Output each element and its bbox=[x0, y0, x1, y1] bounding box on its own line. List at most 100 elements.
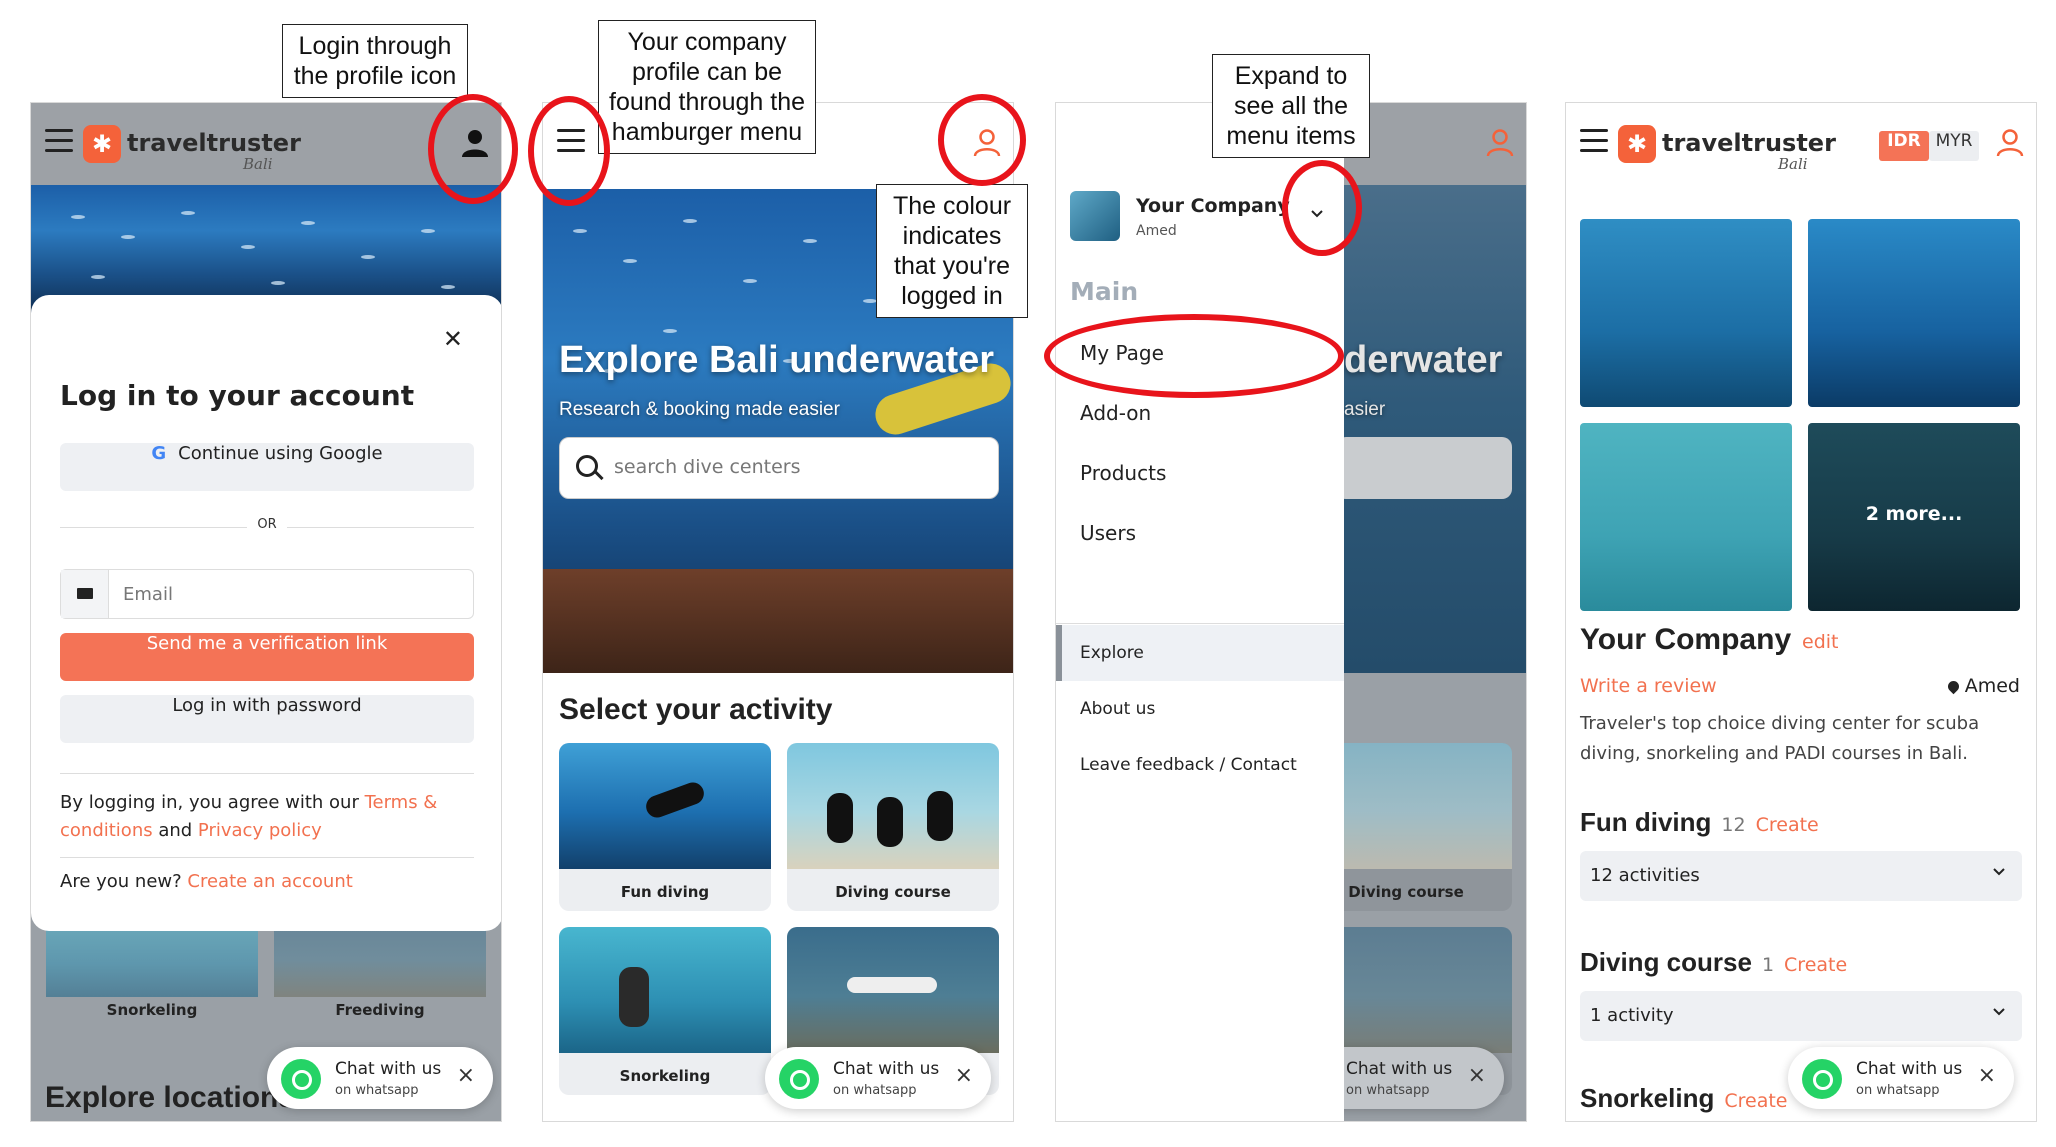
chevron-down-icon bbox=[1993, 868, 2005, 876]
divider bbox=[60, 857, 474, 858]
callout-colour: The colour indicates that you're logged … bbox=[876, 184, 1028, 318]
gallery-photo[interactable] bbox=[1580, 219, 1792, 407]
chat-title: Chat with us bbox=[1856, 1059, 1963, 1079]
card-diving-course[interactable]: Diving course bbox=[787, 743, 999, 911]
chat-title: Chat with us bbox=[833, 1059, 940, 1079]
callout-hamburger: Your company profile can be found throug… bbox=[598, 20, 816, 154]
gallery-photo[interactable] bbox=[1808, 219, 2020, 407]
company-location: Amed bbox=[1136, 223, 1177, 239]
chat-subtitle: on whatsapp bbox=[1346, 1083, 1430, 1098]
whatsapp-chat[interactable]: Chat with us on whatsapp × bbox=[1788, 1047, 2014, 1109]
company-location: Amed bbox=[1945, 675, 2020, 697]
whatsapp-chat[interactable]: Chat with us on whatsapp × bbox=[267, 1047, 493, 1109]
menu-item-feedback[interactable]: Leave feedback / Contact bbox=[1080, 755, 1297, 775]
highlight-circle-logged-in bbox=[938, 94, 1026, 186]
highlight-circle-my-page bbox=[1044, 314, 1344, 398]
write-review-link[interactable]: Write a review bbox=[1580, 675, 1717, 697]
diving-course-select[interactable]: 1 activity bbox=[1580, 991, 2022, 1041]
search-input[interactable]: search dive centers bbox=[559, 437, 999, 499]
hamburger-icon[interactable] bbox=[45, 129, 73, 153]
user-icon[interactable] bbox=[1994, 127, 2026, 159]
chat-title: Chat with us bbox=[1346, 1059, 1453, 1079]
currency-myr[interactable]: MYR bbox=[1929, 131, 1979, 161]
card-image bbox=[787, 927, 999, 1053]
map-pin-icon bbox=[1945, 678, 1962, 695]
hero-subtitle-fragment: asier bbox=[1344, 399, 1386, 420]
menu-item-users[interactable]: Users bbox=[1080, 521, 1136, 545]
highlight-circle-hamburger bbox=[528, 96, 610, 206]
explore-locations-title: Explore locations bbox=[45, 1081, 296, 1114]
send-verification-button[interactable]: Send me a verification link bbox=[60, 633, 474, 681]
card-snorkeling[interactable]: Snorkeling bbox=[46, 915, 258, 1025]
logo-region: Bali bbox=[1778, 155, 1808, 173]
card-label: Snorkeling bbox=[106, 1001, 198, 1019]
gallery-more[interactable]: 2 more... bbox=[1808, 423, 2020, 611]
chat-subtitle: on whatsapp bbox=[335, 1083, 419, 1098]
menu-panel: derwater asier Diving course Chat with u… bbox=[1055, 102, 1527, 1122]
card-label: Diving course bbox=[835, 883, 951, 901]
menu-item-about[interactable]: About us bbox=[1080, 699, 1155, 719]
create-link[interactable]: Create bbox=[1724, 1090, 1787, 1112]
create-account-link[interactable]: Create an account bbox=[187, 871, 352, 892]
edit-link[interactable]: edit bbox=[1802, 631, 1838, 653]
whatsapp-icon bbox=[281, 1059, 321, 1099]
card-label: Freediving bbox=[335, 1001, 425, 1019]
close-icon[interactable]: × bbox=[1978, 1063, 1996, 1088]
divider bbox=[60, 773, 474, 774]
card-freediving[interactable]: Freediving bbox=[274, 915, 486, 1025]
card-label: Fun diving bbox=[620, 883, 710, 901]
google-button[interactable]: G Continue using Google bbox=[60, 443, 474, 491]
privacy-link[interactable]: Privacy policy bbox=[198, 820, 322, 841]
company-description: Traveler's top choice diving center for … bbox=[1580, 713, 1980, 764]
reef bbox=[543, 569, 1013, 673]
search-icon bbox=[576, 455, 598, 477]
close-icon[interactable]: × bbox=[457, 1063, 475, 1088]
password-login-button[interactable]: Log in with password bbox=[60, 695, 474, 743]
hamburger-icon[interactable] bbox=[1580, 129, 1608, 153]
close-icon[interactable]: × bbox=[955, 1063, 973, 1088]
whatsapp-icon bbox=[1802, 1059, 1842, 1099]
logo-text: traveltruster bbox=[127, 129, 301, 157]
search-placeholder: search dive centers bbox=[614, 456, 801, 478]
fun-diving-title: Fun diving 12 Create bbox=[1580, 807, 1819, 837]
logo-mark: ✱ bbox=[83, 125, 121, 163]
card-image bbox=[559, 927, 771, 1053]
whatsapp-chat[interactable]: Chat with us on whatsapp × bbox=[765, 1047, 991, 1109]
email-field[interactable]: Email bbox=[60, 569, 474, 619]
gallery-photo[interactable] bbox=[1580, 423, 1792, 611]
login-panel: ✱ traveltruster Bali Snorkeling Freedivi… bbox=[30, 102, 502, 1122]
whatsapp-icon bbox=[779, 1059, 819, 1099]
chevron-down-icon bbox=[1993, 1008, 2005, 1016]
header: ✱ traveltruster Bali IDR MYR bbox=[1566, 103, 2036, 185]
chat-title: Chat with us bbox=[335, 1059, 442, 1079]
card-fun-diving[interactable]: Fun diving bbox=[559, 743, 771, 911]
create-link[interactable]: Create bbox=[1784, 954, 1847, 976]
new-account-text: Are you new? Create an account bbox=[60, 871, 353, 892]
logo-text: traveltruster bbox=[1662, 129, 1836, 157]
mail-icon bbox=[61, 570, 109, 618]
highlight-circle-expand bbox=[1282, 160, 1362, 256]
hero-title: Explore Bali underwater bbox=[559, 339, 995, 381]
user-icon[interactable] bbox=[1484, 127, 1516, 159]
card-image bbox=[559, 743, 771, 869]
side-menu: Your Company Amed Main My Page Add-on Pr… bbox=[1056, 103, 1344, 1121]
hero-subtitle: Research & booking made easier bbox=[559, 399, 840, 420]
search-input[interactable] bbox=[1336, 437, 1512, 499]
card-image bbox=[787, 743, 999, 869]
close-icon[interactable]: ✕ bbox=[443, 325, 463, 353]
card-snorkeling[interactable]: Snorkeling bbox=[559, 927, 771, 1095]
fun-diving-select[interactable]: 12 activities bbox=[1580, 851, 2022, 901]
select-value: 1 activity bbox=[1590, 1005, 1674, 1026]
divider bbox=[1056, 623, 1344, 624]
currency-idr[interactable]: IDR bbox=[1879, 131, 1929, 161]
close-icon[interactable]: × bbox=[1468, 1063, 1486, 1088]
callout-expand: Expand to see all the menu items bbox=[1212, 54, 1370, 158]
menu-item-add-on[interactable]: Add-on bbox=[1080, 401, 1151, 425]
logo-region: Bali bbox=[243, 155, 273, 173]
menu-item-products[interactable]: Products bbox=[1080, 461, 1166, 485]
login-modal: ✕ Log in to your account G Continue using… bbox=[31, 295, 501, 931]
card-label: Snorkeling bbox=[619, 1067, 711, 1085]
create-link[interactable]: Create bbox=[1756, 814, 1819, 836]
menu-item-explore[interactable]: Explore bbox=[1080, 643, 1144, 663]
or-label: OR bbox=[31, 517, 501, 532]
